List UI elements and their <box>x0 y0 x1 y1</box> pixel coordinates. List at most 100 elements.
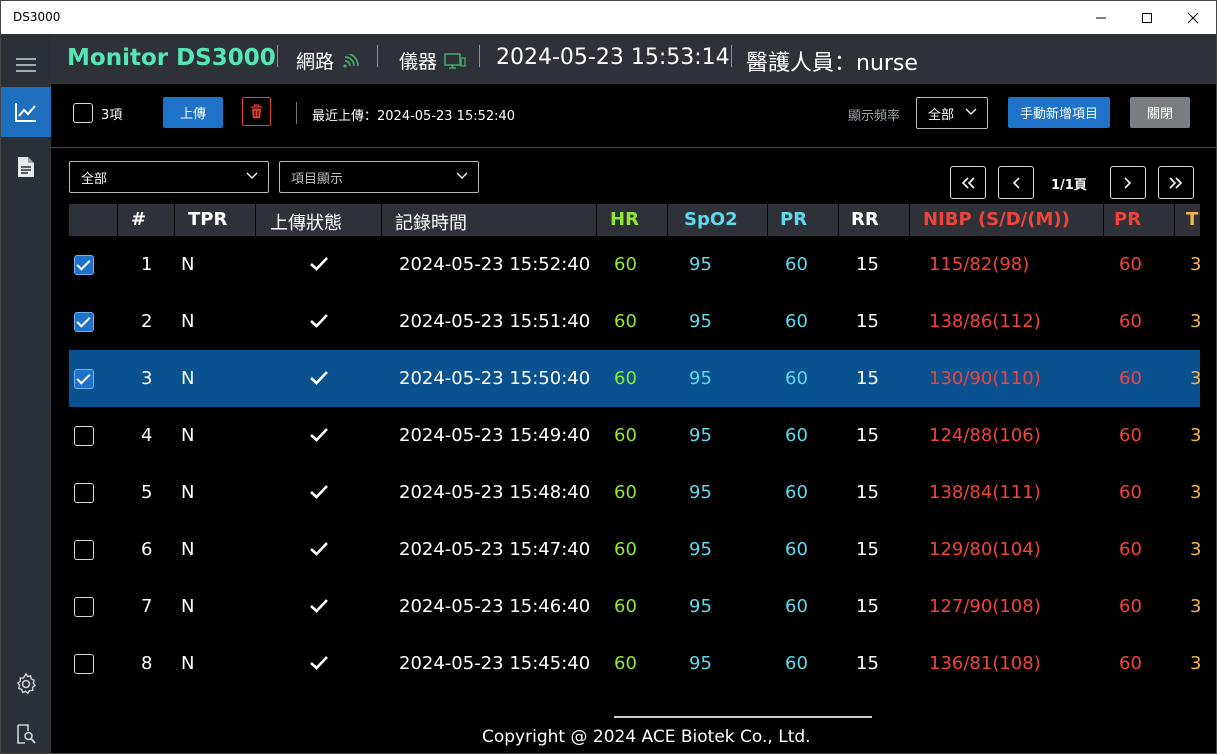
row-temperature-value: 3 <box>1190 482 1200 503</box>
row-nibp-value: 136/81(108) <box>929 653 1041 674</box>
row-number: 7 <box>141 596 153 617</box>
row-checkbox[interactable] <box>74 483 94 503</box>
upload-button[interactable]: 上傳 <box>163 97 223 128</box>
table-row[interactable]: 6 N 2024-05-23 15:47:40 60 95 60 15 129/80(104)… <box>69 521 1200 578</box>
row-tpr: N <box>181 539 195 560</box>
close-window-button[interactable] <box>1170 1 1216 34</box>
row-pr-value: 60 <box>785 539 808 560</box>
row-rr-value: 15 <box>856 254 879 275</box>
scroll-indicator[interactable] <box>614 716 872 718</box>
chevron-right-icon <box>1124 176 1132 189</box>
row-number: 1 <box>141 254 153 275</box>
table-row[interactable]: 3 N 2024-05-23 15:50:40 60 95 60 15 130/90(110)… <box>69 350 1200 407</box>
row-pr-value: 60 <box>785 254 808 275</box>
row-hr-value: 60 <box>614 311 637 332</box>
row-checkbox[interactable] <box>74 312 94 332</box>
row-checkbox[interactable] <box>74 597 94 617</box>
delete-button[interactable] <box>242 97 271 126</box>
double-chevron-left-icon <box>961 176 975 189</box>
display-frequency-label: 顯示頻率 <box>848 109 901 124</box>
row-spo2-value: 95 <box>689 254 712 275</box>
sidebar-item-chart[interactable] <box>1 87 51 137</box>
row-pr-nibp-value: 60 <box>1119 653 1142 674</box>
row-pr-value: 60 <box>785 311 808 332</box>
display-frequency-select[interactable]: 全部 <box>916 97 988 129</box>
device-monitor-icon <box>444 53 466 69</box>
filter-select[interactable]: 全部 <box>69 161 269 193</box>
row-checkbox[interactable] <box>74 255 94 275</box>
device-label: 儀器 <box>399 51 438 73</box>
row-number: 5 <box>141 482 153 503</box>
column-header-number: # <box>131 209 147 230</box>
window-title: DS3000 <box>13 10 61 24</box>
app-window: DS3000 Monitor DS3000 網路 儀器 2024-05-23 1… <box>0 0 1217 754</box>
column-header-hr: HR <box>610 209 639 230</box>
check-icon <box>310 371 328 385</box>
table-row[interactable]: 8 N 2024-05-23 15:45:40 60 95 60 15 136/81(108)… <box>69 635 1200 692</box>
column-header-pr-nibp: PR <box>1114 209 1142 230</box>
previous-page-button[interactable] <box>998 166 1034 199</box>
minimize-icon <box>1096 17 1106 18</box>
row-pr-nibp-value: 60 <box>1119 425 1142 446</box>
row-nibp-value: 124/88(106) <box>929 425 1041 446</box>
row-tpr: N <box>181 425 195 446</box>
row-pr-nibp-value: 60 <box>1119 596 1142 617</box>
table-row[interactable]: 2 N 2024-05-23 15:51:40 60 95 60 15 138/86(112)… <box>69 293 1200 350</box>
chevron-down-icon <box>246 172 258 179</box>
last-page-button[interactable] <box>1158 166 1194 199</box>
settings-icon <box>16 672 36 695</box>
row-checkbox[interactable] <box>74 540 94 560</box>
check-icon <box>310 257 328 271</box>
sidebar-item-document[interactable] <box>1 142 51 192</box>
minimize-button[interactable] <box>1078 1 1124 34</box>
filter-value: 全部 <box>81 171 108 187</box>
app-title: Monitor DS3000 <box>67 45 276 71</box>
add-manual-item-button[interactable]: 手動新增項目 <box>1008 97 1110 128</box>
toolbar-divider <box>296 102 297 124</box>
page-indicator: 1/1頁 <box>1051 178 1087 193</box>
row-record-time: 2024-05-23 15:48:40 <box>399 482 591 503</box>
row-hr-value: 60 <box>614 539 637 560</box>
row-temperature-value: 3 <box>1190 425 1200 446</box>
table-row[interactable]: 5 N 2024-05-23 15:48:40 60 95 60 15 138/84(111)… <box>69 464 1200 521</box>
last-upload-time: 最近上傳：2024-05-23 15:52:40 <box>312 109 516 124</box>
first-page-button[interactable] <box>950 166 986 199</box>
row-pr-nibp-value: 60 <box>1119 368 1142 389</box>
table-row[interactable]: 4 N 2024-05-23 15:49:40 60 95 60 15 124/88(106)… <box>69 407 1200 464</box>
check-icon <box>310 314 328 328</box>
column-header-upload-status: 上傳狀態 <box>270 213 342 234</box>
selected-count: 3項 <box>101 108 123 123</box>
footer: Copyright @ 2024 ACE Biotek Co., Ltd. <box>51 701 1216 753</box>
row-checkbox[interactable] <box>74 426 94 446</box>
row-temperature-value: 3 <box>1190 596 1200 617</box>
row-hr-value: 60 <box>614 653 637 674</box>
check-icon <box>310 599 328 613</box>
row-spo2-value: 95 <box>689 596 712 617</box>
check-icon <box>310 656 328 670</box>
menu-button[interactable] <box>1 40 51 90</box>
close-button[interactable]: 關閉 <box>1130 97 1190 128</box>
sidebar-item-logout[interactable] <box>1 709 51 753</box>
row-tpr: N <box>181 368 195 389</box>
row-hr-value: 60 <box>614 368 637 389</box>
row-tpr: N <box>181 311 195 332</box>
row-nibp-value: 127/90(108) <box>929 596 1041 617</box>
table-row[interactable]: 1 N 2024-05-23 15:52:40 60 95 60 15 115/82(98) 6… <box>69 236 1200 293</box>
next-page-button[interactable] <box>1110 166 1146 199</box>
row-checkbox[interactable] <box>74 654 94 674</box>
sidebar-item-settings[interactable] <box>1 659 51 709</box>
maximize-button[interactable] <box>1124 1 1170 34</box>
row-record-time: 2024-05-23 15:45:40 <box>399 653 591 674</box>
row-checkbox[interactable] <box>74 369 94 389</box>
row-rr-value: 15 <box>856 482 879 503</box>
staff-user: 醫護人員：nurse <box>746 51 918 76</box>
row-pr-nibp-value: 60 <box>1119 254 1142 275</box>
row-pr-nibp-value: 60 <box>1119 311 1142 332</box>
select-all-checkbox[interactable] <box>73 103 93 123</box>
header-divider <box>277 45 278 67</box>
row-nibp-value: 138/86(112) <box>929 311 1041 332</box>
display-items-select[interactable]: 項目顯示 <box>279 161 479 193</box>
table-row[interactable]: 7 N 2024-05-23 15:46:40 60 95 60 15 127/90(108)… <box>69 578 1200 635</box>
column-header-nibp: NIBP (S/D/(M)) <box>923 209 1070 230</box>
row-number: 3 <box>141 368 153 389</box>
